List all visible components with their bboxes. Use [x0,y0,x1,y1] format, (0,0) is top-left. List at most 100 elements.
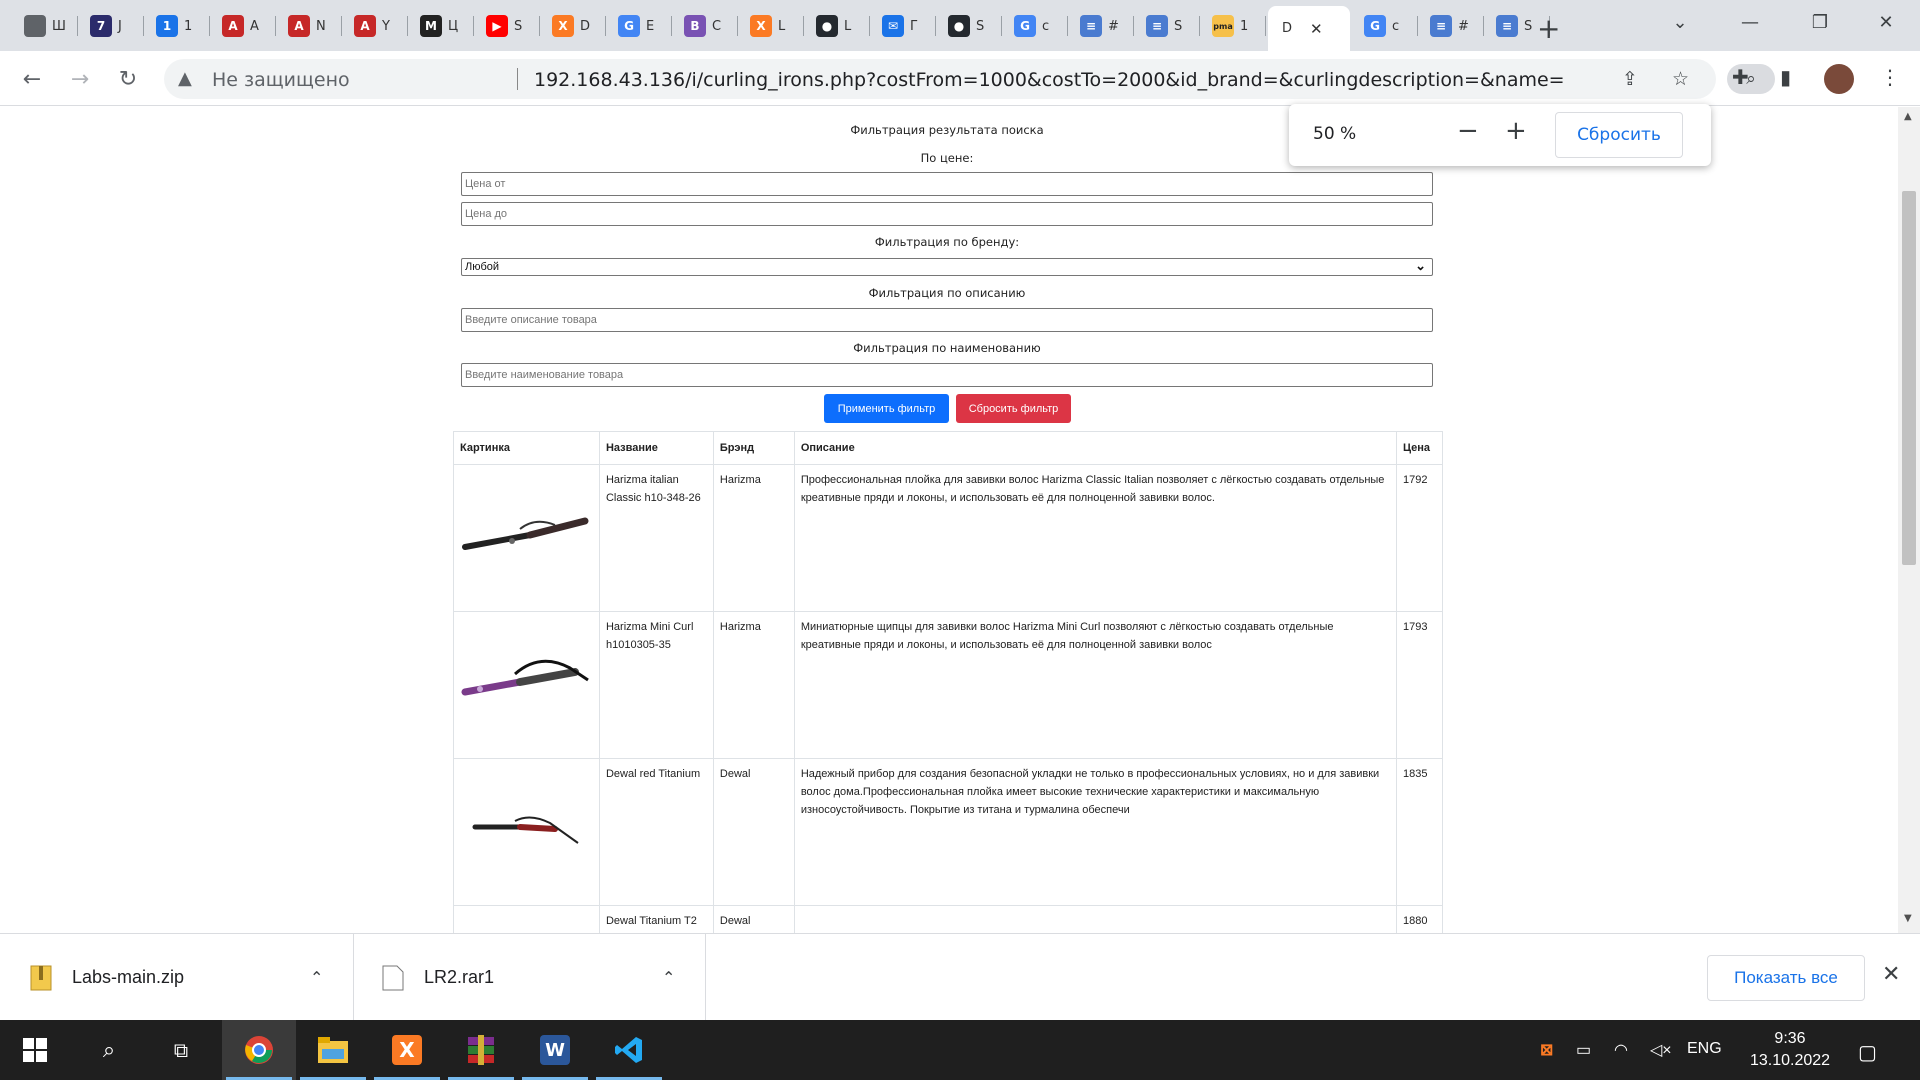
page-scrollbar[interactable]: ▲ ▼ [1898,107,1920,933]
tab[interactable]: MЦ [410,8,472,44]
tab-title: C [712,18,722,34]
tab[interactable]: Ш [14,8,76,44]
tab-title: 1 [184,18,193,34]
tab-title: L [778,18,786,34]
reload-icon[interactable]: ↻ [112,63,144,95]
show-all-downloads-button[interactable]: Показать все [1707,955,1865,1001]
price-to-input[interactable]: Цена до [461,202,1433,226]
download-filename: Labs-main.zip [72,967,185,987]
apply-filter-button[interactable]: Применить фильтр [824,394,949,423]
security-label[interactable]: Не защищено [212,69,350,91]
tab[interactable]: 11 [146,8,208,44]
tab[interactable]: 7J [80,8,142,44]
zoom-popup: 50 % − + Сбросить [1289,104,1711,166]
tab[interactable]: AA [212,8,274,44]
reset-filter-button[interactable]: Сбросить фильтр [956,394,1071,423]
download-filename: LR2.rar1 [424,967,495,987]
brand-select[interactable]: Любой ⌄ [461,258,1433,276]
tab-strip: Ш 7 J 1 1 A A A N A Y M Ц ▶ S X D G Е B C X L ● L ✉ Г ● S Gc ≡ # ≡ Spma 1 D… [0,0,1920,51]
tab[interactable]: XL [740,8,802,44]
tab[interactable]: GЕ [608,8,670,44]
tab[interactable]: XD [542,8,604,44]
tab-favicon-icon [24,15,46,37]
url-text[interactable]: 192.168.43.136/i/curling_irons.php?costF… [534,69,1565,91]
table-row: Dewal Titanium T2 Dewal 1880 [453,905,1444,933]
tab-title: c [1392,18,1400,34]
tab-favicon-icon: ● [816,15,838,37]
tab[interactable]: BC [674,8,736,44]
zoom-reset-button[interactable]: Сбросить [1555,112,1683,158]
download-item[interactable]: Labs-main.zip ⌃ [0,934,354,1021]
tab[interactable]: ▶ S [476,8,538,44]
side-panel-icon[interactable]: ▮ [1780,65,1791,89]
task-view-icon[interactable]: ⧉ [144,1020,218,1080]
product-description: Профессиональная плойка для завивки воло… [793,464,1397,612]
product-name: Dewal red Titanium [598,758,714,906]
clock-time: 9:36 [1774,1030,1806,1047]
window-close-icon[interactable]: ✕ [1856,0,1916,45]
tab[interactable]: ≡ # [1070,8,1132,44]
vscode-icon[interactable] [592,1020,666,1080]
wifi-icon[interactable]: ◠ [1614,1040,1628,1060]
restore-icon[interactable]: ❐ [1790,0,1850,45]
tab-divider [1199,16,1200,36]
back-arrow-icon[interactable]: ← [16,63,48,95]
description-input[interactable]: Введите описание товара [461,308,1433,332]
tab[interactable]: ✉ Г [872,8,934,44]
tab[interactable]: Gc [1004,8,1066,44]
scrollbar-thumb[interactable] [1902,191,1916,565]
tab[interactable]: ≡ # [1420,8,1482,44]
file-explorer-icon[interactable] [296,1020,370,1080]
chrome-taskbar-icon[interactable] [222,1020,296,1080]
tab[interactable]: Gc [1354,8,1416,44]
extensions-icon[interactable]: ✚ [1732,65,1749,89]
tab-close-icon[interactable]: ✕ [1310,20,1323,38]
chevron-up-icon[interactable]: ⌃ [662,968,675,987]
tab-favicon-icon: ≡ [1146,15,1168,37]
name-input[interactable]: Введите наименование товара [461,363,1433,387]
xampp-icon[interactable]: X [370,1020,444,1080]
zoom-in-icon[interactable]: + [1505,116,1527,146]
tab[interactable]: AN [278,8,340,44]
notifications-icon[interactable]: ▢ [1858,1040,1877,1065]
product-description: Надежный прибор для создания безопасной … [793,758,1397,906]
download-item[interactable]: LR2.rar1 ⌃ [356,934,706,1021]
winrar-icon[interactable] [444,1020,518,1080]
bookmark-star-icon[interactable]: ☆ [1672,68,1689,90]
battery-icon[interactable]: ▭ [1576,1040,1591,1060]
tab-active[interactable]: D ✕ [1268,6,1350,51]
tab-divider [803,16,804,36]
volume-muted-icon[interactable]: ◁× [1650,1040,1672,1060]
tab[interactable]: ≡ S [1136,8,1198,44]
product-name: Harizma italian Classic h10-348-26 [598,464,714,612]
search-icon[interactable]: ⌕ [72,1020,146,1080]
zoom-out-icon[interactable]: − [1457,116,1479,146]
taskbar: ⌕ ⧉ X W ⊠ ▭ ◠ ◁× ENG 9:36 13.10.2022 ▢ [0,1020,1920,1080]
forward-arrow-icon[interactable]: → [64,63,96,95]
share-icon[interactable]: ⇪ [1622,68,1638,90]
warning-icon[interactable]: ▲ [178,68,192,89]
scroll-up-arrow-icon[interactable]: ▲ [1904,111,1912,122]
chevron-up-icon[interactable]: ⌃ [310,968,323,987]
price-from-input[interactable]: Цена от [461,172,1433,196]
word-icon[interactable]: W [518,1020,592,1080]
scroll-down-arrow-icon[interactable]: ▼ [1904,913,1912,924]
tab-search-icon[interactable]: ⌄ [1650,0,1710,45]
tab-divider [671,16,672,36]
profile-avatar[interactable] [1824,64,1854,94]
product-description [793,905,1397,933]
tab[interactable]: ● S [938,8,1000,44]
minimize-icon[interactable]: — [1720,0,1780,45]
clock[interactable]: 9:36 13.10.2022 [1740,1028,1840,1072]
menu-kebab-icon[interactable]: ⋮ [1880,65,1900,89]
tab[interactable]: ● L [806,8,868,44]
tab[interactable]: AY [344,8,406,44]
xampp-tray-icon[interactable]: ⊠ [1540,1040,1553,1060]
tab[interactable]: pma 1 [1202,8,1264,44]
description-label: Фильтрация по описанию [868,286,1026,300]
windows-start-icon[interactable] [0,1020,70,1080]
close-icon[interactable]: ✕ [1882,962,1900,987]
language-indicator[interactable]: ENG [1687,1040,1722,1058]
new-tab-icon[interactable]: + [1537,12,1560,45]
address-bar[interactable]: ▲ Не защищено 192.168.43.136/i/curling_i… [164,59,1775,99]
